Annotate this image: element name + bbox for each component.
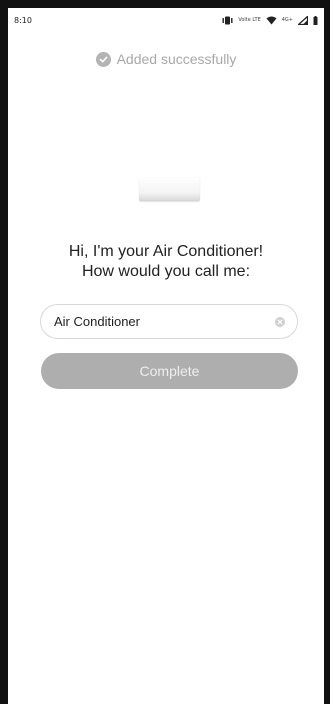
check-circle-icon xyxy=(95,51,111,67)
success-banner: Added successfully xyxy=(8,51,324,67)
cell-signal-icon xyxy=(298,15,308,25)
phone-screen: 8:10 Volte LTE 4G+ Added successfully Hi… xyxy=(0,0,330,704)
volte-icon: Volte LTE xyxy=(238,16,261,23)
signal-type-label: 4G+ xyxy=(281,16,293,23)
status-icons: Volte LTE 4G+ xyxy=(222,15,318,25)
vibrate-icon xyxy=(222,16,233,24)
naming-prompt: Hi, I'm your Air Conditioner! How would … xyxy=(8,242,324,282)
clear-icon[interactable] xyxy=(275,316,285,327)
complete-button[interactable]: Complete xyxy=(41,353,298,389)
device-name-input[interactable] xyxy=(54,314,275,329)
air-conditioner-image xyxy=(139,177,200,201)
status-time: 8:10 xyxy=(14,15,32,25)
success-message: Added successfully xyxy=(116,51,237,67)
battery-icon xyxy=(313,15,318,25)
prompt-line-1: Hi, I'm your Air Conditioner! xyxy=(68,243,264,260)
prompt-line-2: How would you call me: xyxy=(81,263,251,280)
status-bar: 8:10 Volte LTE 4G+ xyxy=(8,8,324,32)
device-name-field xyxy=(40,304,298,339)
wifi-icon xyxy=(266,15,277,24)
